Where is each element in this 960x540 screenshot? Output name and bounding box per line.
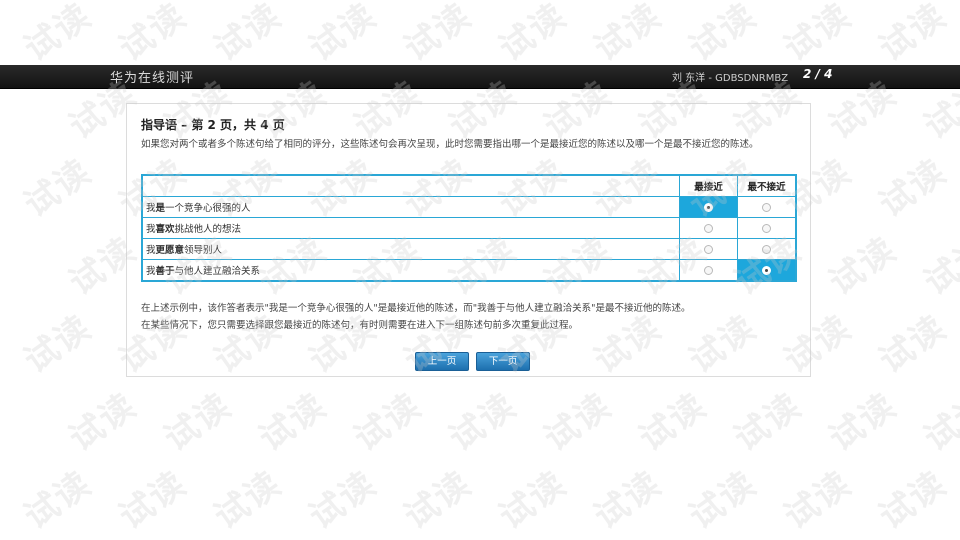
nav-buttons: 上一页 下一页 <box>415 349 532 371</box>
closest-radio-cell[interactable] <box>679 238 738 260</box>
watermark-text: 试读 <box>872 151 954 226</box>
instruction-intro: 如果您对两个或者多个陈述句给了相同的评分，这些陈述句会再次呈现，此时您需要指出哪… <box>141 139 759 150</box>
watermark-text: 试读 <box>207 463 289 538</box>
watermark-text: 试读 <box>157 385 239 460</box>
user-info: 刘 东洋 - GDBSDNRMBZ <box>672 73 789 84</box>
column-least: 最不接近 <box>737 174 797 197</box>
closest-radio[interactable] <box>704 223 713 233</box>
statement-fragment: 我 <box>146 245 156 256</box>
watermark-text: 试读 <box>17 463 99 538</box>
watermark-text: 试读 <box>112 463 194 538</box>
watermark-text: 试读 <box>682 0 764 70</box>
table-header-row: 最接近 最不接近 <box>141 174 797 197</box>
watermark-text: 试读 <box>17 307 99 382</box>
watermark-text: 试读 <box>17 0 99 70</box>
statement-fragment: 更愿意 <box>155 245 185 256</box>
explanation-line-2: 在某些情况下，您只需要选择跟您最接近的陈述句，有时则需要在进入下一组陈述句前多次… <box>141 320 579 331</box>
watermark-text: 试读 <box>917 229 960 304</box>
closest-radio-cell[interactable] <box>679 217 738 239</box>
statement-fragment: 善于 <box>155 266 175 277</box>
column-closest: 最接近 <box>679 174 738 197</box>
prev-page-button[interactable]: 上一页 <box>415 352 469 371</box>
least-radio-cell[interactable] <box>737 196 797 218</box>
top-bar: 华为在线测评 刘 东洋 - GDBSDNRMBZ 2 / 4 <box>0 65 960 89</box>
watermark-text: 试读 <box>302 463 384 538</box>
watermark-text: 试读 <box>442 385 524 460</box>
watermark-text: 试读 <box>682 463 764 538</box>
watermark-text: 试读 <box>347 385 429 460</box>
watermark-text: 试读 <box>112 0 194 70</box>
rating-table: 最接近 最不接近 我是一个竞争心很强的人 我喜欢挑战他人的想法 我更愿意领导别人 我善… <box>141 174 797 282</box>
table-row: 我善于与他人建立融洽关系 <box>141 259 797 282</box>
watermark-text: 试读 <box>822 229 904 304</box>
watermark-text: 试读 <box>17 151 99 226</box>
instruction-panel: 指导语 – 第 2 页，共 4 页 如果您对两个或者多个陈述句给了相同的评分，这… <box>126 103 811 377</box>
app-title: 华为在线测评 <box>110 71 195 86</box>
watermark-text: 试读 <box>302 0 384 70</box>
least-radio[interactable] <box>762 223 771 233</box>
table-row: 我更愿意领导别人 <box>141 238 797 260</box>
instruction-title: 指导语 – 第 2 页，共 4 页 <box>141 118 285 132</box>
closest-radio-cell[interactable] <box>679 196 738 218</box>
statement-fragment: 领导别人 <box>184 245 223 256</box>
closest-radio[interactable] <box>704 202 713 212</box>
watermark-text: 试读 <box>727 385 809 460</box>
least-radio[interactable] <box>762 265 771 275</box>
statement-fragment: 挑战他人的想法 <box>174 224 242 235</box>
least-radio-cell[interactable] <box>737 238 797 260</box>
next-page-button[interactable]: 下一页 <box>476 352 531 371</box>
watermark-text: 试读 <box>822 385 904 460</box>
watermark-text: 试读 <box>252 385 334 460</box>
statement-fragment: 喜欢 <box>155 224 175 235</box>
watermark-text: 试读 <box>62 385 144 460</box>
closest-radio[interactable] <box>704 265 713 275</box>
table-row: 我喜欢挑战他人的想法 <box>141 217 797 239</box>
watermark-text: 试读 <box>587 463 669 538</box>
statement-fragment: 是 <box>155 203 166 214</box>
watermark-text: 试读 <box>917 385 960 460</box>
closest-radio-cell[interactable] <box>679 259 738 282</box>
statement-header <box>141 174 680 197</box>
closest-radio[interactable] <box>704 244 713 254</box>
statement-fragment: 我 <box>146 203 156 214</box>
statement-fragment: 一个竞争心很强的人 <box>165 203 251 214</box>
watermark-text: 试读 <box>207 0 289 70</box>
watermark-text: 试读 <box>872 463 954 538</box>
statement-text: 我更愿意领导别人 <box>141 238 680 260</box>
watermark-text: 试读 <box>777 463 859 538</box>
statement-fragment: 与他人建立融洽关系 <box>174 266 261 277</box>
watermark-text: 试读 <box>397 0 479 70</box>
watermark-text: 试读 <box>537 385 619 460</box>
explanation: 在上述示例中，该作答者表示"我是一个竞争心很强的人"是最接近他的陈述，而"我善于… <box>141 300 801 334</box>
watermark-text: 试读 <box>632 385 714 460</box>
watermark-text: 试读 <box>777 0 859 70</box>
least-radio[interactable] <box>762 202 771 212</box>
statement-text: 我喜欢挑战他人的想法 <box>141 217 680 239</box>
watermark-text: 试读 <box>492 0 574 70</box>
watermark-text: 试读 <box>872 307 954 382</box>
table-row: 我是一个竞争心很强的人 <box>141 196 797 218</box>
least-radio[interactable] <box>762 244 771 254</box>
least-radio-cell[interactable] <box>737 259 797 282</box>
explanation-line-1: 在上述示例中，该作答者表示"我是一个竞争心很强的人"是最接近他的陈述，而"我善于… <box>141 303 691 314</box>
statement-text: 我是一个竞争心很强的人 <box>141 196 680 218</box>
watermark-text: 试读 <box>397 463 479 538</box>
statement-fragment: 我 <box>146 266 156 277</box>
page-indicator: 2 / 4 <box>803 67 833 81</box>
statement-text: 我善于与他人建立融洽关系 <box>141 259 680 282</box>
watermark-text: 试读 <box>872 0 954 70</box>
least-radio-cell[interactable] <box>737 217 797 239</box>
watermark-text: 试读 <box>492 463 574 538</box>
statement-fragment: 我 <box>146 224 156 235</box>
watermark-text: 试读 <box>587 0 669 70</box>
